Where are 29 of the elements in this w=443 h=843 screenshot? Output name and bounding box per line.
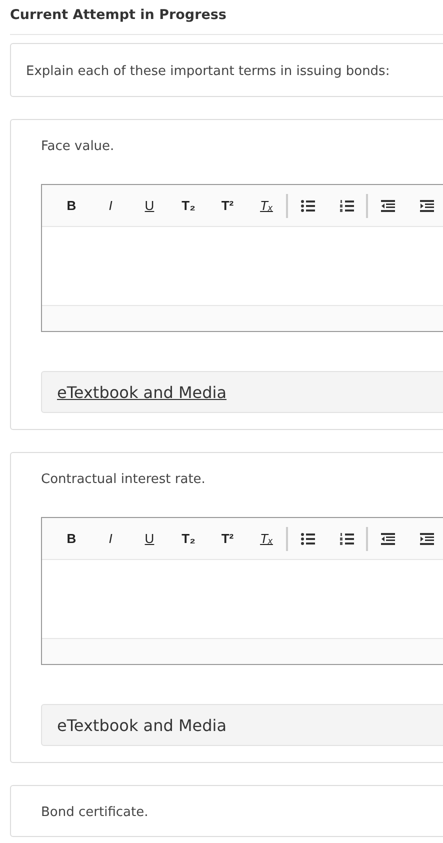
indent-icon — [420, 532, 434, 544]
subscript-button[interactable]: T₂ — [169, 190, 208, 220]
superscript-button[interactable]: T² — [208, 524, 247, 554]
intro-text: Explain each of these important terms in issuing bonds: — [26, 64, 391, 79]
bulleted-list-icon — [300, 532, 314, 544]
outdent-icon — [380, 200, 394, 212]
subscript-button[interactable]: T₂ — [169, 524, 208, 554]
bold-button[interactable]: B — [52, 524, 91, 554]
italic-button[interactable]: I — [91, 524, 130, 554]
underline-button[interactable]: U — [130, 190, 169, 220]
indent-icon — [420, 200, 434, 212]
answer-editor[interactable]: B I U T₂ T² Tₓ — [41, 184, 443, 332]
numbered-list-icon — [340, 200, 354, 212]
etextbook-link[interactable]: eTextbook and Media — [57, 716, 227, 734]
numbered-list-icon — [340, 532, 354, 544]
underline-button[interactable]: U — [130, 524, 169, 554]
italic-button[interactable]: I — [91, 190, 130, 220]
superscript-button[interactable]: T² — [208, 190, 247, 220]
clear-format-button[interactable]: Tₓ — [247, 190, 286, 220]
bold-button[interactable]: B — [52, 190, 91, 220]
page-heading: Current Attempt in Progress — [10, 0, 443, 35]
bulleted-list-icon — [300, 200, 314, 212]
etextbook-link[interactable]: eTextbook and Media — [57, 382, 227, 402]
clear-format-button[interactable]: Tₓ — [247, 524, 286, 554]
answer-editor[interactable]: B I U T₂ T² Tₓ — [41, 517, 443, 665]
outdent-icon — [380, 532, 394, 544]
question-prompt: Contractual interest rate. — [41, 472, 206, 487]
question-prompt: Bond certificate. — [41, 805, 150, 820]
question-prompt: Face value. — [41, 139, 116, 154]
